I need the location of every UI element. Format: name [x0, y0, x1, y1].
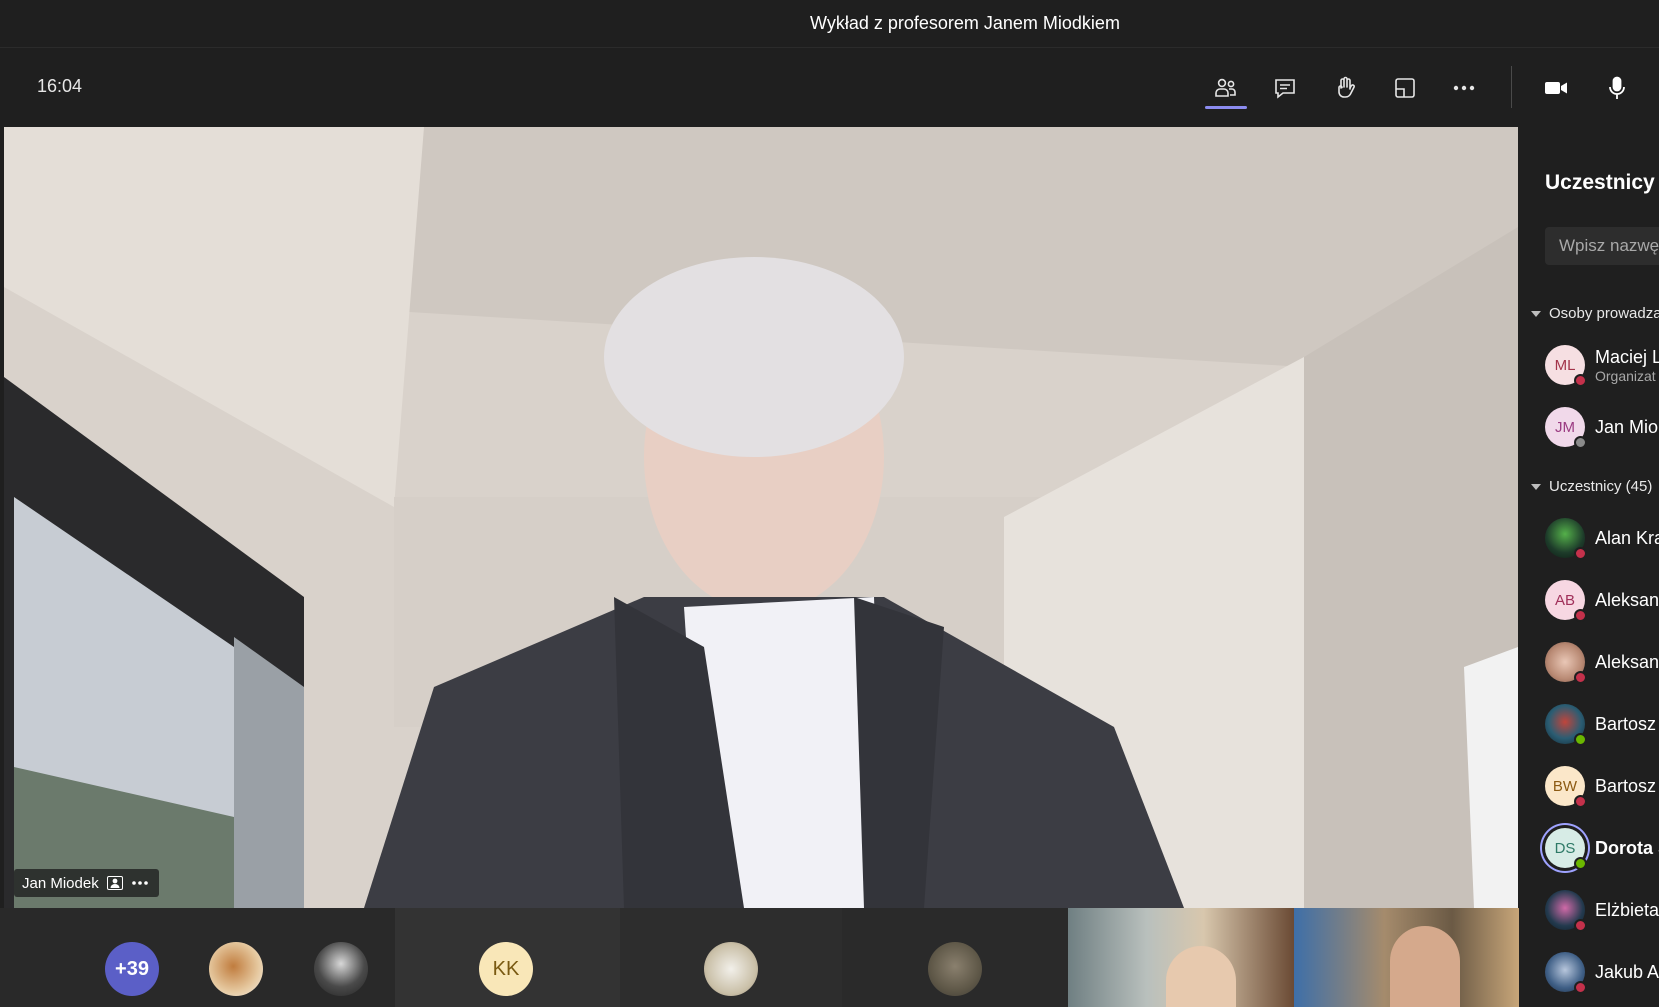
section-label: Osoby prowadzą	[1549, 305, 1659, 322]
participant-item[interactable]: JM Jan Mio	[1545, 404, 1658, 450]
status-busy-icon	[1574, 671, 1587, 684]
participant-name: Aleksand	[1595, 589, 1659, 610]
title-bar: Wykład z profesorem Janem Miodkiem	[0, 0, 1659, 48]
avatar	[1545, 518, 1587, 560]
speaker-name-tag[interactable]: Jan Miodek	[14, 869, 159, 897]
status-busy-icon	[1574, 795, 1587, 808]
more-options-icon	[1453, 85, 1475, 91]
rooms-icon	[1395, 78, 1415, 98]
status-busy-icon	[1574, 547, 1587, 560]
initials: DS	[1554, 839, 1576, 857]
participant-name: Maciej L	[1595, 346, 1659, 367]
participant-text: Maciej L Organizat	[1595, 347, 1659, 384]
participant-item[interactable]: DS Dorota S	[1545, 825, 1659, 871]
participant-video-tile[interactable]	[1068, 908, 1294, 1007]
participant-role: Organizat	[1595, 367, 1656, 384]
participant-item[interactable]: Jakub Au	[1545, 949, 1659, 995]
participants-panel: Uczestnicy Wpisz nazwę Osoby prowadzą ML…	[1519, 127, 1659, 1007]
section-presenters[interactable]: Osoby prowadzą	[1531, 305, 1659, 322]
pinned-contact-icon	[106, 876, 123, 890]
participant-name: Jakub Au	[1595, 961, 1659, 982]
panel-title: Uczestnicy	[1545, 171, 1655, 194]
avatar: DS	[1545, 828, 1587, 870]
meeting-title: Wykład z profesorem Janem Miodkiem	[810, 13, 1120, 33]
participant-video-person	[1390, 926, 1460, 1007]
camera-button[interactable]	[1534, 66, 1578, 110]
camera-icon	[1545, 82, 1567, 94]
participants-icon	[1215, 78, 1236, 97]
participant-tile[interactable]	[842, 908, 1068, 1007]
raise-hand-icon	[1338, 76, 1355, 98]
more-options-icon	[131, 881, 148, 885]
avatar	[1545, 642, 1587, 684]
participant-strip: +39 KK	[0, 908, 1520, 1007]
avatar	[1545, 890, 1587, 932]
participant-video-person	[1166, 946, 1236, 1007]
section-attendees[interactable]: Uczestnicy (45)	[1531, 478, 1652, 495]
participant-initials-avatar: KK	[479, 942, 533, 996]
initials: BW	[1552, 777, 1578, 795]
status-busy-icon	[1574, 374, 1587, 387]
participant-video-tile[interactable]	[1294, 908, 1520, 1007]
participant-item[interactable]: Elżbieta	[1545, 887, 1659, 933]
participant-avatar[interactable]	[209, 942, 263, 996]
participant-item[interactable]: Bartosz	[1545, 701, 1656, 747]
status-busy-icon	[1574, 981, 1587, 994]
status-available-icon	[1574, 733, 1587, 746]
initials: ML	[1554, 356, 1576, 374]
microphone-button[interactable]	[1595, 66, 1639, 110]
raise-hand-button[interactable]	[1323, 66, 1367, 110]
initials: AB	[1554, 591, 1575, 609]
avatar	[1545, 952, 1587, 994]
participant-name: Bartosz	[1595, 713, 1657, 734]
collapse-triangle-icon	[1531, 483, 1541, 490]
participant-item[interactable]: Aleksand	[1545, 639, 1659, 685]
participant-search-input[interactable]: Wpisz nazwę	[1545, 227, 1659, 265]
rooms-button[interactable]	[1383, 66, 1427, 110]
meeting-timer: 16:04	[37, 76, 83, 96]
chat-button[interactable]	[1263, 66, 1307, 110]
participant-avatar	[704, 942, 758, 996]
more-options-button[interactable]	[1442, 66, 1486, 110]
collapse-triangle-icon	[1531, 310, 1541, 317]
chat-icon	[1275, 79, 1295, 99]
participants-button[interactable]	[1204, 66, 1248, 110]
status-busy-icon	[1574, 919, 1587, 932]
overflow-count: +39	[115, 957, 149, 980]
participant-name: Bartosz	[1595, 775, 1657, 796]
initials: JM	[1555, 418, 1575, 436]
participant-name: Elżbieta	[1595, 899, 1659, 920]
status-offline-icon	[1574, 436, 1587, 449]
participant-name: Alan Kra	[1595, 527, 1659, 548]
speaker-name: Jan Miodek	[22, 874, 99, 892]
main-video	[4, 127, 1518, 908]
participant-item[interactable]: AB Aleksand	[1545, 577, 1659, 623]
avatar	[1545, 704, 1587, 746]
participant-avatar[interactable]	[314, 942, 368, 996]
microphone-icon	[1609, 76, 1625, 99]
participant-name: Jan Mio	[1595, 416, 1659, 437]
participant-item[interactable]: ML Maciej L Organizat	[1545, 342, 1659, 388]
avatar: AB	[1545, 580, 1587, 622]
section-label: Uczestnicy (45)	[1549, 478, 1653, 495]
speaker-video-frame	[4, 127, 1518, 908]
status-available-icon	[1574, 857, 1587, 870]
avatar: JM	[1545, 407, 1587, 449]
participant-avatar	[928, 942, 982, 996]
more-participants-button[interactable]: +39	[105, 942, 159, 996]
meeting-toolbar: 16:04	[0, 48, 1659, 126]
avatar: ML	[1545, 345, 1587, 387]
participant-name: Dorota S	[1595, 837, 1659, 858]
active-tab-indicator	[1205, 106, 1247, 109]
status-busy-icon	[1574, 609, 1587, 622]
participant-item[interactable]: BW Bartosz	[1545, 763, 1656, 809]
initials: KK	[492, 957, 520, 980]
participant-item[interactable]: Alan Kra	[1545, 515, 1659, 561]
participant-tile[interactable]	[620, 908, 842, 1007]
toolbar-divider	[1511, 66, 1512, 108]
participant-name: Aleksand	[1595, 651, 1659, 672]
participant-tile[interactable]: KK	[395, 908, 620, 1007]
avatar: BW	[1545, 766, 1587, 808]
